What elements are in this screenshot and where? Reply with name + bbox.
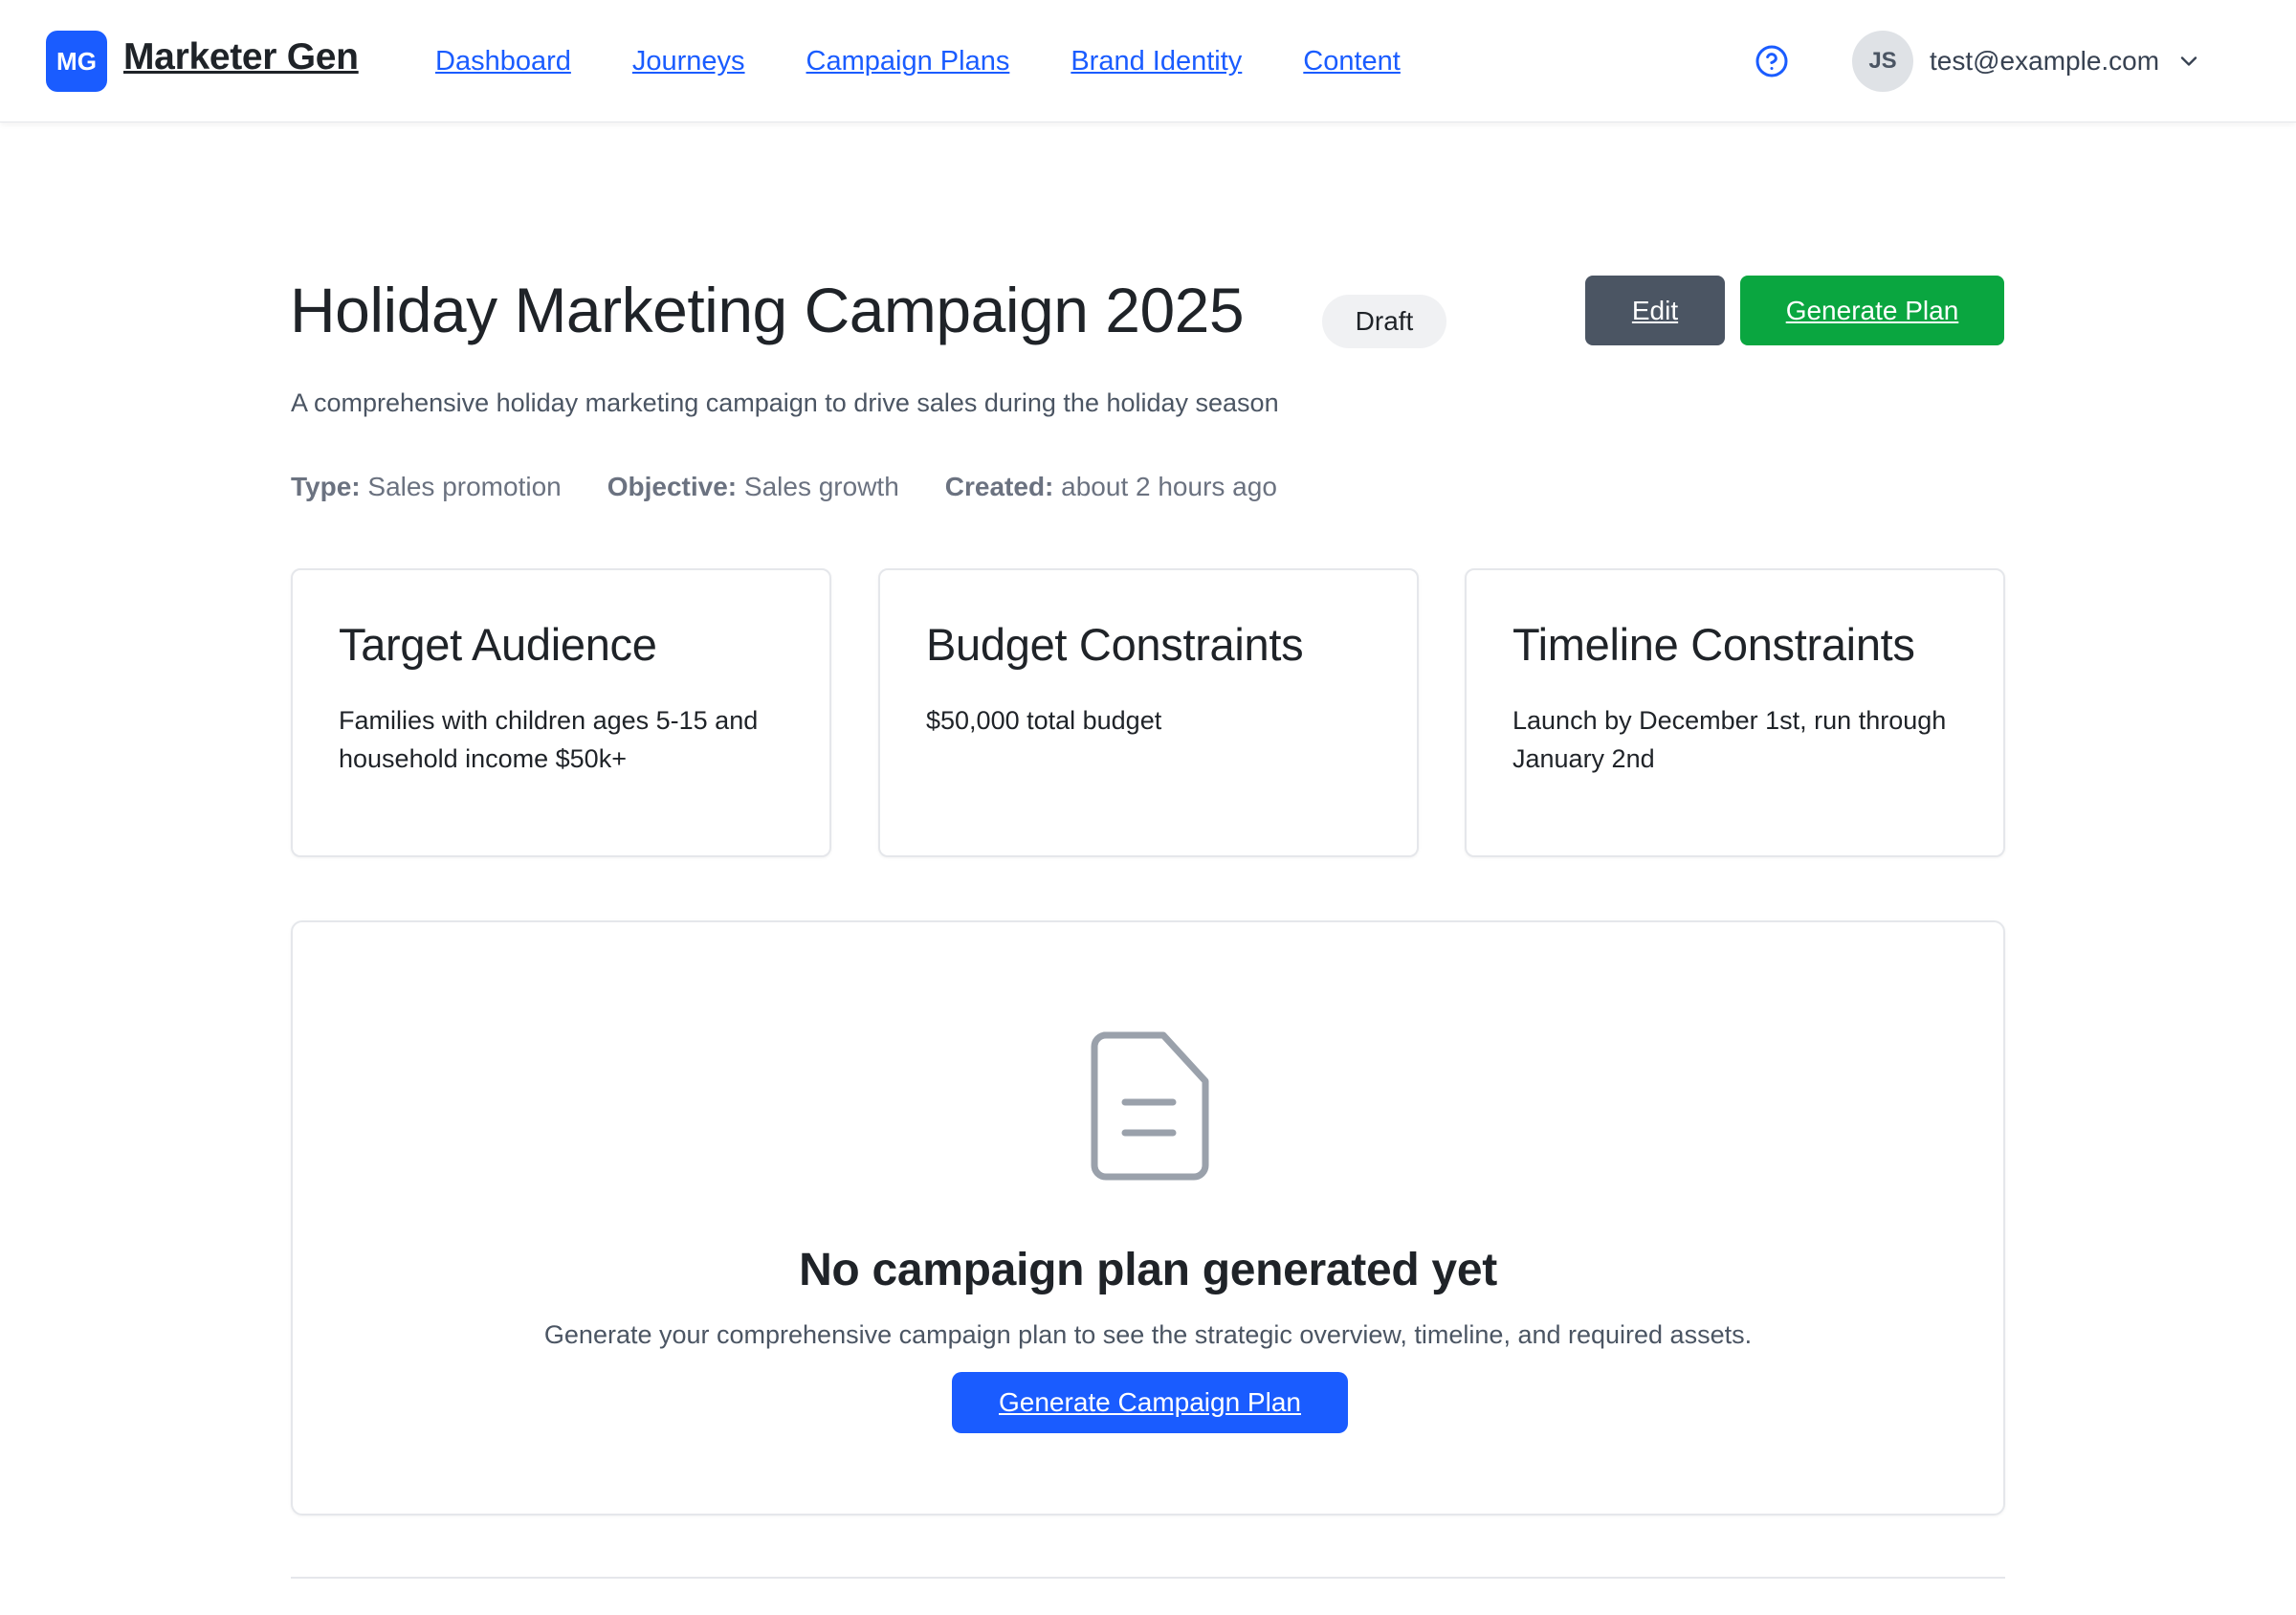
card-text: Launch by December 1st, run through Janu… — [1512, 706, 1947, 773]
chevron-down-icon[interactable] — [2175, 48, 2202, 75]
status-badge: Draft — [1322, 295, 1446, 348]
logo-badge[interactable]: MG — [46, 31, 107, 92]
campaign-description: A comprehensive holiday marketing campai… — [291, 388, 1279, 417]
meta-type-value: Sales promotion — [367, 472, 562, 501]
nav-campaign-plans[interactable]: Campaign Plans — [806, 46, 1010, 77]
empty-state-text: Generate your comprehensive campaign pla… — [543, 1320, 1753, 1349]
brand-link[interactable]: Marketer Gen — [123, 36, 359, 78]
page-title: Holiday Marketing Campaign 2025 — [290, 275, 1245, 345]
generate-plan-button[interactable]: Generate Plan — [1740, 276, 2004, 345]
budget-constraints-card: Budget Constraints $50,000 total budget — [878, 568, 1419, 857]
generate-campaign-plan-button[interactable]: Generate Campaign Plan — [952, 1372, 1348, 1433]
card-text: Families with children ages 5-15 and hou… — [339, 706, 759, 773]
meta-objective-value: Sales growth — [743, 472, 899, 501]
meta-type: Type: Sales promotion — [291, 472, 562, 502]
card-title: Target Audience — [339, 619, 657, 670]
meta-created-value: about 2 hours ago — [1061, 472, 1277, 501]
campaign-meta: Type: Sales promotion Objective: Sales g… — [291, 472, 1277, 502]
top-navbar: MG Marketer Gen Dashboard Journeys Campa… — [0, 0, 2296, 122]
meta-created-label: Created: — [944, 472, 1054, 501]
user-email[interactable]: test@example.com — [1930, 46, 2159, 77]
empty-plan-panel: No campaign plan generated yet Generate … — [291, 920, 2005, 1515]
avatar[interactable]: JS — [1852, 31, 1913, 92]
nav-dashboard[interactable]: Dashboard — [435, 46, 571, 77]
card-title: Timeline Constraints — [1512, 619, 1915, 670]
meta-objective: Objective: Sales growth — [607, 472, 899, 502]
question-circle-icon[interactable] — [1755, 44, 1789, 78]
edit-button[interactable]: Edit — [1585, 276, 1725, 345]
target-audience-card: Target Audience Families with children a… — [291, 568, 831, 857]
meta-type-label: Type: — [291, 472, 361, 501]
nav-content[interactable]: Content — [1303, 46, 1401, 77]
card-text: $50,000 total budget — [926, 706, 1162, 735]
card-title: Budget Constraints — [926, 619, 1304, 670]
document-icon — [1091, 1031, 1209, 1181]
meta-created: Created: about 2 hours ago — [945, 472, 1277, 502]
nav-journeys[interactable]: Journeys — [632, 46, 745, 77]
main-nav: Dashboard Journeys Campaign Plans Brand … — [435, 46, 1401, 77]
meta-objective-label: Objective: — [607, 472, 738, 501]
divider — [291, 1577, 2005, 1579]
empty-state-title: No campaign plan generated yet — [799, 1245, 1497, 1295]
nav-brand-identity[interactable]: Brand Identity — [1071, 46, 1242, 77]
timeline-constraints-card: Timeline Constraints Launch by December … — [1465, 568, 2005, 857]
